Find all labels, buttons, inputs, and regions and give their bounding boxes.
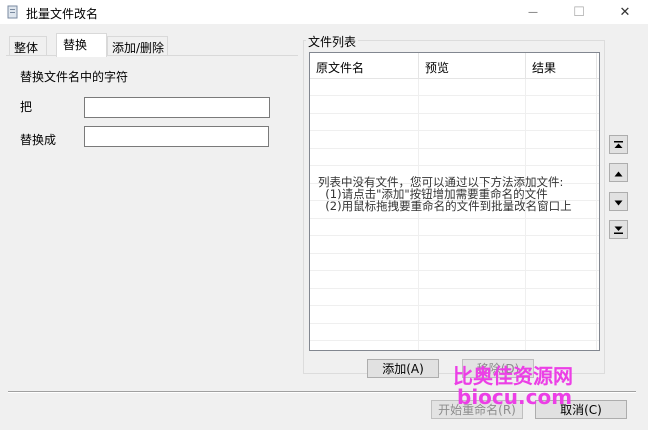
tab-label: 添加/删除 <box>112 41 165 55</box>
list-grid-row <box>310 289 599 306</box>
move-top-button[interactable] <box>609 135 628 154</box>
maximize-button[interactable]: ☐ <box>556 0 602 24</box>
file-list-title: 文件列表 <box>306 33 359 50</box>
minimize-button[interactable]: — <box>510 0 556 24</box>
add-button[interactable]: 添加(A) <box>367 359 439 378</box>
column-original-name[interactable]: 原文件名 <box>310 53 419 79</box>
list-grid-row <box>310 272 599 289</box>
list-grid-row <box>310 97 599 114</box>
list-grid-row <box>310 342 599 351</box>
tab-replace[interactable]: 替换 <box>56 33 107 57</box>
find-input[interactable] <box>84 97 270 118</box>
replace-heading: 替换文件名中的字符 <box>20 70 129 84</box>
tab-label: 替换 <box>63 38 88 52</box>
list-grid-row <box>310 114 599 131</box>
find-label: 把 <box>20 100 33 114</box>
move-up-icon <box>614 166 623 180</box>
watermark-line: biocu.com <box>457 385 573 409</box>
list-grid-row <box>310 149 599 166</box>
file-list[interactable]: 原文件名 预览 结果 列表中没有文件，您可以通过以下方法添加文件: (1)请点击… <box>309 52 600 351</box>
window-title: 批量文件改名 <box>26 7 99 21</box>
move-bottom-icon <box>614 223 623 237</box>
move-down-button[interactable] <box>609 192 628 211</box>
column-preview[interactable]: 预览 <box>419 53 526 79</box>
move-up-button[interactable] <box>609 163 628 182</box>
tab-add-remove[interactable]: 添加/删除 <box>107 36 168 56</box>
list-grid-row <box>310 307 599 324</box>
list-grid-row <box>310 219 599 236</box>
column-result[interactable]: 结果 <box>526 53 597 79</box>
dialog-body: 整体 替换 添加/删除 替换文件名中的字符 把 替换成 文件列表 原文件名 预览… <box>0 24 648 430</box>
empty-message-line: (2)用鼠标拖拽要重命名的文件到批量改名窗口上 <box>318 199 572 213</box>
list-grid-row <box>310 324 599 341</box>
title-bar: 批量文件改名 — ☐ ✕ <box>0 0 648 24</box>
list-grid-row <box>310 237 599 254</box>
list-grid-row <box>310 132 599 149</box>
move-top-icon <box>614 138 623 152</box>
list-grid-row <box>310 254 599 271</box>
move-bottom-button[interactable] <box>609 220 628 239</box>
tab-label: 整体 <box>14 41 39 55</box>
app-icon <box>6 5 20 19</box>
watermark-line: 比奥佳资源网 <box>453 364 573 388</box>
list-header: 原文件名 预览 结果 <box>310 53 599 79</box>
replace-label: 替换成 <box>20 133 57 147</box>
watermark: 比奥佳资源网 biocu.com <box>453 366 593 408</box>
replace-input[interactable] <box>84 126 269 147</box>
tab-overall[interactable]: 整体 <box>9 36 47 56</box>
close-icon: ✕ <box>619 4 631 20</box>
empty-list-message: 列表中没有文件，您可以通过以下方法添加文件: (1)请点击"添加"按钮增加需要重… <box>318 176 598 212</box>
close-button[interactable]: ✕ <box>602 0 648 24</box>
move-down-icon <box>614 195 623 209</box>
maximize-icon: ☐ <box>573 4 585 20</box>
minimize-icon: — <box>528 6 538 18</box>
list-grid-row <box>310 79 599 96</box>
replace-tab-panel: 替换文件名中的字符 把 替换成 <box>6 55 298 391</box>
